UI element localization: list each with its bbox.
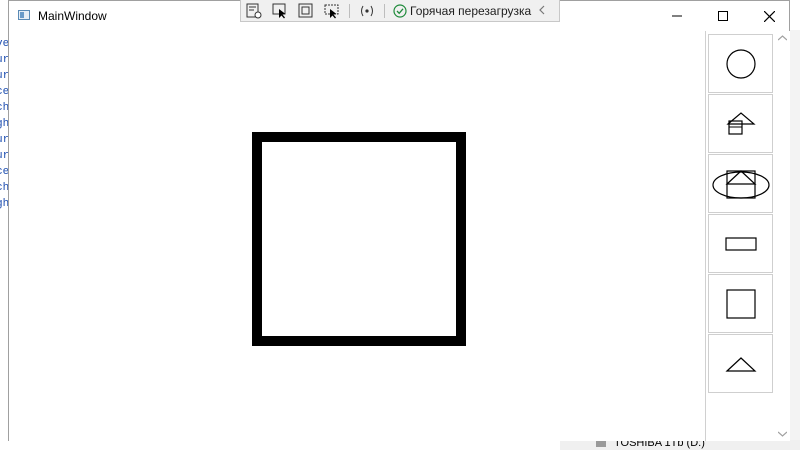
scroll-down-button[interactable] xyxy=(775,427,790,441)
house-shape-icon xyxy=(725,111,756,135)
binding-failures-icon xyxy=(361,5,373,16)
select-element-icon xyxy=(272,3,286,18)
triangle-shape-icon xyxy=(724,356,757,372)
palette-scrollbar[interactable] xyxy=(775,31,790,441)
shape-palette xyxy=(705,31,790,441)
chevron-up-icon xyxy=(778,35,787,41)
background-side-panel xyxy=(790,30,800,450)
palette-item-circle[interactable] xyxy=(708,34,773,93)
maximize-icon xyxy=(718,11,728,21)
palette-item-ellipse-house[interactable] xyxy=(708,154,773,213)
close-icon xyxy=(763,10,775,22)
palette-item-triangle[interactable] xyxy=(708,334,773,393)
minimize-button[interactable] xyxy=(654,1,700,31)
chevron-left-icon xyxy=(539,5,545,14)
minimize-icon xyxy=(672,15,682,17)
maximize-button[interactable] xyxy=(700,1,746,31)
drive-icon xyxy=(596,441,606,447)
toolbar-separator xyxy=(384,3,385,18)
app-icon xyxy=(18,10,30,20)
rectangle-shape-icon xyxy=(724,236,757,251)
palette-item-house[interactable] xyxy=(708,94,773,153)
collapse-toolbar-button[interactable] xyxy=(539,4,545,18)
background-code-editor: ve ur ur ce ch gh ur ur ce ch gh xyxy=(0,30,8,450)
scroll-up-button[interactable] xyxy=(775,31,790,45)
live-visual-tree-button[interactable] xyxy=(241,1,267,21)
palette-item-rectangle[interactable] xyxy=(708,214,773,273)
hot-reload-label: Горячая перезагрузка xyxy=(410,3,532,18)
display-layout-adorners-icon xyxy=(298,3,313,17)
track-focus-icon xyxy=(324,4,339,18)
close-button[interactable] xyxy=(746,1,792,31)
palette-item-square[interactable] xyxy=(708,274,773,333)
live-visual-tree-icon xyxy=(246,3,262,18)
main-window: MainWindow xyxy=(8,0,790,441)
ellipse-house-shape-icon xyxy=(711,169,770,199)
square-shape-icon xyxy=(725,288,756,319)
select-element-button[interactable] xyxy=(267,1,293,21)
binding-failures-button[interactable] xyxy=(354,1,380,21)
circle-shape-icon xyxy=(725,48,756,79)
square-shape[interactable] xyxy=(252,132,466,346)
track-focus-button[interactable] xyxy=(319,1,345,21)
display-layout-adorners-button[interactable] xyxy=(293,1,319,21)
toolbar-separator xyxy=(349,3,350,18)
check-circle-icon xyxy=(393,3,407,18)
shape-list xyxy=(708,34,773,394)
drawing-canvas[interactable] xyxy=(9,31,705,441)
chevron-down-icon xyxy=(778,431,787,437)
hot-reload-status[interactable]: Горячая перезагрузка xyxy=(393,4,531,18)
xaml-debug-toolbar: Горячая перезагрузка xyxy=(240,0,560,22)
window-title: MainWindow xyxy=(38,9,107,23)
